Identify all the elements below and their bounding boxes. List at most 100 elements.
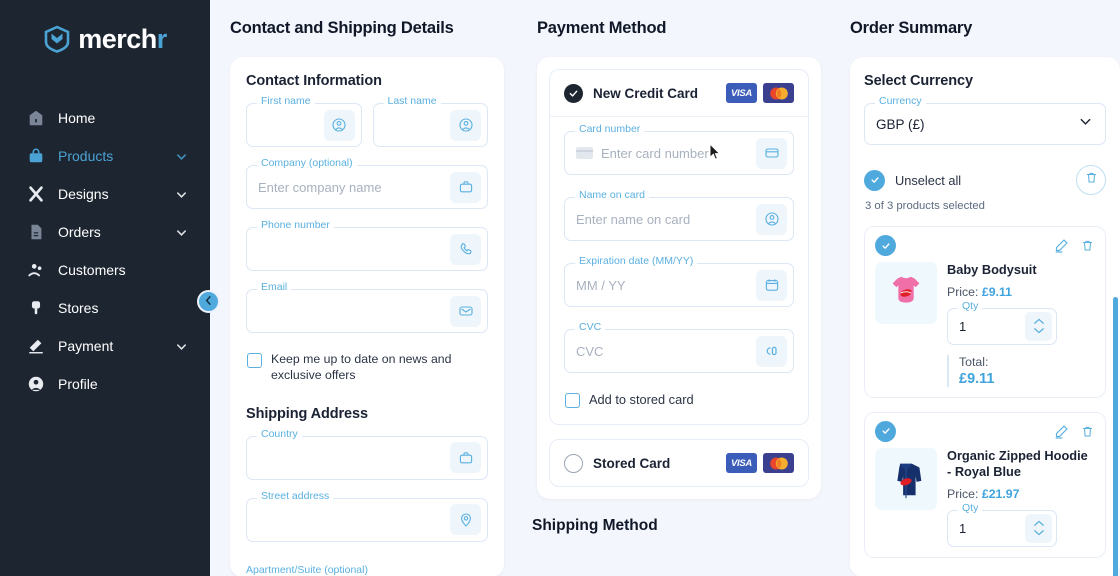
unselect-all-checkbox[interactable]: [864, 170, 885, 191]
pencil-icon[interactable]: [1054, 238, 1069, 253]
email-input[interactable]: [247, 304, 450, 319]
phone-input[interactable]: [247, 242, 450, 257]
sidebar-item-label: Designs: [58, 186, 162, 202]
product-price: Price: £9.11: [947, 285, 1095, 299]
add-to-stored-card-checkbox[interactable]: [565, 393, 580, 408]
mastercard-icon: [763, 453, 794, 473]
unselect-all-row: Unselect all: [864, 165, 1106, 195]
unselect-all-label: Unselect all: [895, 173, 1076, 188]
store-icon: [26, 299, 45, 318]
country-label: Country: [257, 429, 302, 440]
sidebar-item-orders[interactable]: Orders: [0, 213, 210, 251]
stored-card-option[interactable]: Stored Card VISA: [550, 440, 808, 486]
quantity-stepper[interactable]: Qty 1: [947, 510, 1057, 547]
newsletter-checkbox[interactable]: [247, 353, 262, 368]
company-label: Company (optional): [257, 158, 357, 169]
name-on-card-input[interactable]: [565, 212, 756, 227]
phone-field[interactable]: Phone number: [246, 227, 488, 271]
home-icon: [26, 109, 45, 128]
sidebar-item-label: Products: [58, 148, 162, 164]
qty-step-buttons[interactable]: [1025, 514, 1052, 543]
expiration-date-field[interactable]: Expiration date (MM/YY): [564, 263, 794, 307]
first-name-input[interactable]: [247, 118, 324, 133]
person-icon: [26, 375, 45, 394]
chevron-down-icon: [175, 340, 188, 353]
email-label: Email: [257, 282, 291, 293]
currency-select-field[interactable]: Currency GBP (£): [864, 103, 1106, 145]
newsletter-label: Keep me up to date on news and exclusive…: [271, 351, 488, 384]
contact-information-heading: Contact Information: [246, 73, 488, 89]
location-pin-icon: [450, 504, 481, 535]
cvc-field[interactable]: CVC: [564, 329, 794, 373]
qty-label: Qty: [958, 503, 982, 514]
card-number-field[interactable]: Card number: [564, 131, 794, 175]
sidebar-item-products[interactable]: Products: [0, 137, 210, 175]
pink-baby-bodysuit-icon: [883, 270, 929, 316]
cvc-input[interactable]: [565, 344, 756, 359]
product-select-checkbox[interactable]: [875, 235, 896, 256]
trash-icon[interactable]: [1080, 424, 1095, 439]
page-title-summary: Order Summary: [850, 19, 972, 38]
name-on-card-field[interactable]: Name on card: [564, 197, 794, 241]
card-number-label: Card number: [575, 124, 644, 135]
cvc-label: CVC: [575, 322, 605, 333]
sidebar-collapse-button[interactable]: [197, 290, 220, 313]
order-summary-card: Select Currency Currency GBP (£) Unselec…: [850, 57, 1120, 576]
qty-label: Qty: [958, 301, 982, 312]
person-icon: [324, 110, 355, 141]
sidebar-item-home[interactable]: Home: [0, 99, 210, 137]
radio-selected-icon[interactable]: [564, 84, 583, 103]
cvc-icon: [756, 336, 787, 367]
radio-unselected-icon[interactable]: [564, 454, 583, 473]
new-credit-card-option[interactable]: New Credit Card VISA: [550, 70, 808, 117]
last-name-field[interactable]: Last name: [373, 103, 489, 147]
users-icon: [26, 261, 45, 280]
street-address-input[interactable]: [247, 512, 450, 527]
product-select-checkbox[interactable]: [875, 421, 896, 442]
card-number-input[interactable]: [593, 146, 756, 161]
brand-logo[interactable]: merchr: [0, 0, 210, 53]
product-thumbnail: [875, 448, 937, 510]
expiration-date-label: Expiration date (MM/YY): [575, 256, 697, 267]
chevron-down-icon: [1033, 327, 1045, 334]
chevron-down-icon[interactable]: [1078, 114, 1093, 134]
stored-card-block[interactable]: Stored Card VISA: [549, 439, 809, 487]
add-to-stored-card-row[interactable]: Add to stored card: [565, 391, 794, 408]
email-field[interactable]: Email: [246, 289, 488, 333]
pencil-icon[interactable]: [1054, 424, 1069, 439]
scissors-icon: [26, 185, 45, 204]
newsletter-checkbox-row[interactable]: Keep me up to date on news and exclusive…: [247, 351, 488, 384]
street-address-label: Street address: [257, 491, 333, 502]
country-field[interactable]: Country: [246, 436, 488, 480]
company-field[interactable]: Company (optional): [246, 165, 488, 209]
payment-column-header: Payment Method: [520, 0, 830, 57]
chevron-up-icon: [1033, 520, 1045, 527]
quantity-stepper[interactable]: Qty 1: [947, 308, 1057, 345]
sidebar-item-designs[interactable]: Designs: [0, 175, 210, 213]
shipping-method-heading: Shipping Method: [532, 517, 830, 535]
sidebar: merchr Home Products Designs Orders: [0, 0, 210, 576]
chevron-up-icon: [1033, 318, 1045, 325]
first-name-field[interactable]: First name: [246, 103, 362, 147]
summary-scrollbar[interactable]: [1113, 297, 1118, 576]
qty-step-buttons[interactable]: [1025, 312, 1052, 341]
last-name-input[interactable]: [374, 118, 451, 133]
mastercard-icon: [763, 83, 794, 103]
expiration-date-input[interactable]: [565, 278, 756, 293]
blue-zipped-hoodie-icon: [883, 456, 929, 502]
company-input[interactable]: [247, 180, 450, 195]
sidebar-item-customers[interactable]: Customers: [0, 251, 210, 289]
country-input[interactable]: [247, 450, 450, 465]
trash-icon[interactable]: [1080, 238, 1095, 253]
page-title-payment: Payment Method: [537, 19, 666, 38]
sidebar-item-stores[interactable]: Stores: [0, 289, 210, 327]
street-address-field[interactable]: Street address: [246, 498, 488, 542]
sidebar-item-profile[interactable]: Profile: [0, 365, 210, 403]
main-content: Contact and Shipping Details Contact Inf…: [210, 0, 1120, 576]
contact-column-header: Contact and Shipping Details: [220, 0, 520, 57]
sidebar-item-payment[interactable]: Payment: [0, 327, 210, 365]
bulk-delete-button[interactable]: [1076, 165, 1106, 195]
person-icon: [756, 204, 787, 235]
list-item: Organic Zipped Hoodie - Royal Blue Price…: [864, 412, 1106, 558]
sidebar-nav: Home Products Designs Orders Customers: [0, 99, 210, 403]
